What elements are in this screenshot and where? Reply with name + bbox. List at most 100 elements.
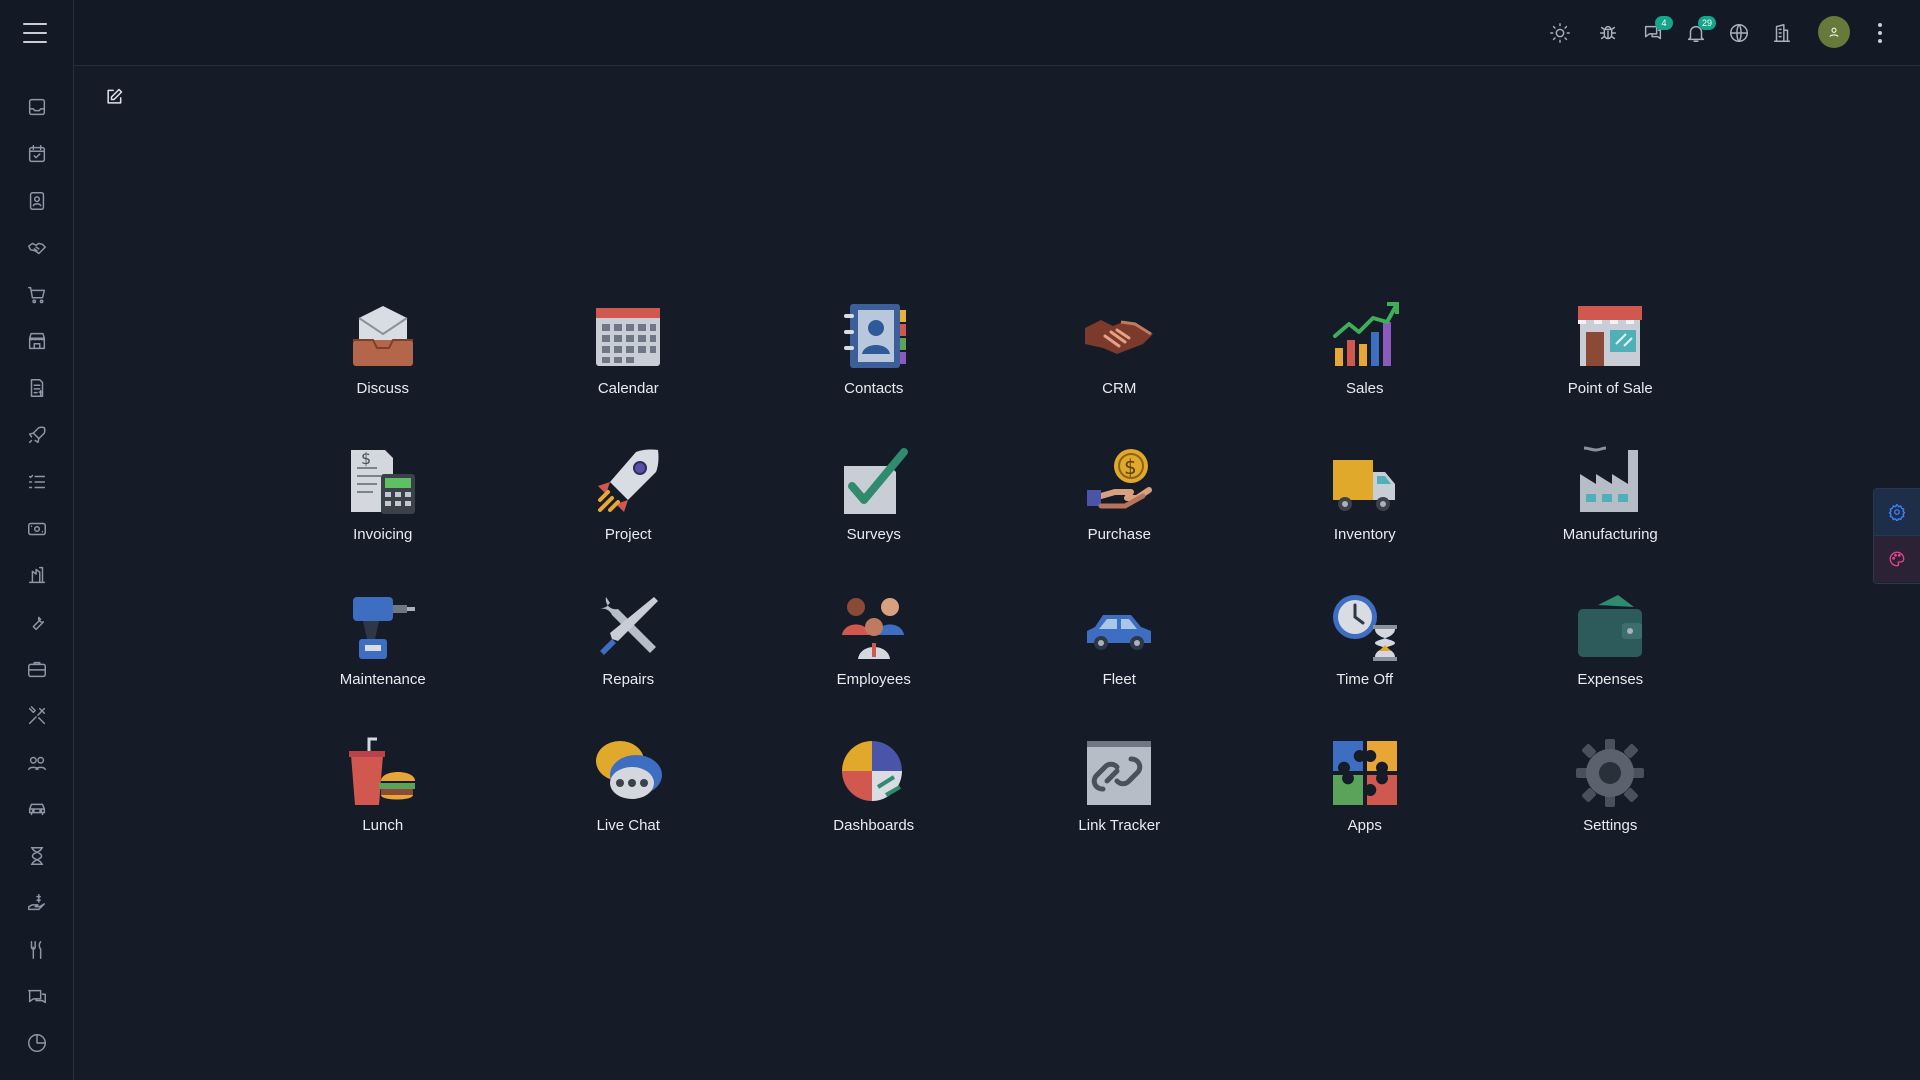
factory-icon <box>28 567 45 584</box>
svg-text:$: $ <box>361 449 371 468</box>
app-point-of-sale[interactable]: Point of Sale <box>1488 300 1734 446</box>
briefcase-icon <box>27 661 46 678</box>
sidebar-item-live-chat[interactable] <box>0 973 73 1020</box>
app-label: Invoicing <box>353 525 413 543</box>
calendar-check-icon <box>28 145 45 163</box>
app-maintenance[interactable]: Maintenance <box>260 591 506 737</box>
sidebar-item-contacts[interactable] <box>0 178 73 225</box>
pie-chart-icon <box>27 1034 46 1053</box>
user-avatar[interactable] <box>1818 16 1850 48</box>
debug-button[interactable] <box>1595 20 1621 46</box>
fleet-icon <box>1083 591 1155 663</box>
expenses-icon <box>1574 591 1646 663</box>
users-icon <box>27 756 46 770</box>
sidebar-item-employees[interactable] <box>0 739 73 786</box>
sidebar-item-invoicing[interactable] <box>0 365 73 412</box>
sidebar-item-repairs[interactable] <box>0 646 73 693</box>
invoicing-icon: $ <box>347 446 419 518</box>
app-surveys[interactable]: Surveys <box>751 446 997 592</box>
app-expenses[interactable]: Expenses <box>1488 591 1734 737</box>
app-label: Point of Sale <box>1567 380 1653 397</box>
employees-icon <box>838 591 910 663</box>
repairs-icon <box>592 591 664 663</box>
app-label: Fleet <box>1102 671 1136 688</box>
language-button[interactable] <box>1726 20 1752 46</box>
notifications-badge: 29 <box>1698 16 1716 30</box>
app-link-tracker[interactable]: Link Tracker <box>997 737 1243 883</box>
sidebar-item-point-of-sale[interactable] <box>0 318 73 365</box>
company-switcher-button[interactable] <box>1769 20 1795 46</box>
app-settings[interactable]: Settings <box>1488 737 1734 883</box>
link-tracker-icon <box>1083 737 1155 809</box>
sidebar-item-lunch[interactable] <box>0 926 73 973</box>
app-apps[interactable]: Apps <box>1242 737 1488 883</box>
inbox-icon <box>28 99 45 116</box>
sidebar-item-project[interactable] <box>0 412 73 459</box>
store-icon <box>28 333 45 350</box>
app-repairs[interactable]: Repairs <box>506 591 752 737</box>
app-label: Sales <box>1345 380 1384 397</box>
sidebar-item-discuss[interactable] <box>0 84 73 131</box>
app-crm[interactable]: CRM <box>997 300 1243 446</box>
theme-settings-button[interactable] <box>1874 489 1920 535</box>
hand-dollar-icon <box>27 893 45 911</box>
sidebar-item-expenses[interactable] <box>0 880 73 927</box>
sidebar-item-sales[interactable] <box>0 271 73 318</box>
sidebar-item-maintenance[interactable] <box>0 599 73 646</box>
tools-icon <box>28 705 45 724</box>
messages-button[interactable]: 4 <box>1640 16 1673 46</box>
menu-toggle-icon[interactable] <box>23 23 47 43</box>
app-sales[interactable]: Sales <box>1242 300 1488 446</box>
app-label: Lunch <box>362 816 404 834</box>
app-inventory[interactable]: Inventory <box>1242 446 1488 592</box>
app-invoicing[interactable]: $ Invoicing <box>260 446 506 592</box>
handshake-icon <box>27 242 46 255</box>
sidebar-item-employees-tools[interactable] <box>0 692 73 739</box>
app-calendar[interactable]: Calendar <box>506 300 752 446</box>
app-dashboards[interactable]: Dashboards <box>751 737 997 883</box>
invoice-icon <box>30 379 43 398</box>
sidebar-item-purchase[interactable] <box>0 505 73 552</box>
color-palette-button[interactable] <box>1874 535 1920 582</box>
cart-icon <box>27 286 45 303</box>
app-manufacturing[interactable]: Manufacturing <box>1488 446 1734 592</box>
edit-icon <box>107 88 123 104</box>
sidebar-item-dashboards[interactable] <box>0 1020 73 1067</box>
maintenance-icon <box>347 591 419 663</box>
app-label: Inventory <box>1333 525 1396 543</box>
app-label: Settings <box>1583 816 1638 834</box>
sidebar-item-time-off[interactable] <box>0 833 73 880</box>
notifications-button[interactable]: 29 <box>1683 16 1716 46</box>
app-employees[interactable]: Employees <box>751 591 997 737</box>
sidebar-item-surveys[interactable] <box>0 458 73 505</box>
apps-icon <box>1329 737 1401 809</box>
app-fleet[interactable]: Fleet <box>997 591 1243 737</box>
project-icon <box>592 446 664 518</box>
app-purchase[interactable]: $ Purchase <box>997 446 1243 592</box>
app-label: Maintenance <box>339 671 426 688</box>
crm-icon <box>1083 300 1155 372</box>
utensils-icon <box>30 940 41 959</box>
messages-badge: 4 <box>1655 16 1673 30</box>
app-lunch[interactable]: Lunch <box>260 737 506 883</box>
app-discuss[interactable]: Discuss <box>260 300 506 446</box>
wrench-icon <box>32 616 44 631</box>
more-options-icon[interactable] <box>1874 20 1886 46</box>
app-label: Apps <box>1347 816 1382 834</box>
app-time-off[interactable]: Time Off <box>1242 591 1488 737</box>
sidebar-item-calendar[interactable] <box>0 131 73 178</box>
car-icon <box>28 804 45 816</box>
surveys-icon <box>838 446 910 518</box>
app-label: Surveys <box>846 525 901 543</box>
sidebar-item-inventory[interactable] <box>0 552 73 599</box>
app-grid: Discuss Calendar Contacts CRM Sales Poin… <box>260 300 1750 882</box>
app-live-chat[interactable]: Live Chat <box>506 737 752 883</box>
app-contacts[interactable]: Contacts <box>751 300 997 446</box>
app-project[interactable]: Project <box>506 446 752 592</box>
sidebar-item-crm[interactable] <box>0 224 73 271</box>
theme-toggle-button[interactable] <box>1547 20 1573 46</box>
edit-home-button[interactable] <box>104 87 126 109</box>
live-chat-icon <box>592 737 664 809</box>
globe-icon <box>1730 24 1748 42</box>
sidebar-item-fleet[interactable] <box>0 786 73 833</box>
